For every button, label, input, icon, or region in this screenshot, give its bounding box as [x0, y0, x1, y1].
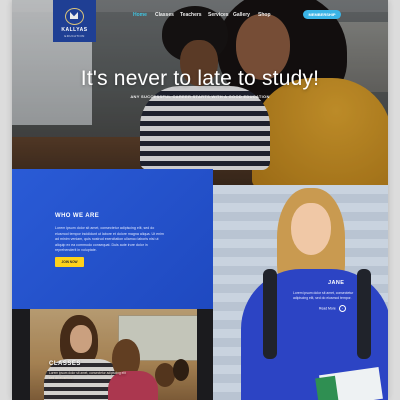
nav-item-home[interactable]: Home: [133, 12, 147, 18]
nav-item-gallery[interactable]: Gallery: [233, 12, 250, 18]
jane-name: JANE: [328, 280, 345, 286]
hero-headline: It's never to late to study!: [80, 67, 320, 90]
nav-item-services[interactable]: Services: [208, 12, 229, 18]
classes-title: CLASSES: [49, 361, 81, 367]
classes-overlay: [30, 309, 197, 400]
jane-text: Lorem ipsum dolor sit amet, consectetur …: [293, 291, 354, 301]
join-now-button[interactable]: JOIN NOW: [55, 257, 84, 267]
who-we-are-section: WHO WE ARE Lorem ipsum dolor sit amet, c…: [12, 169, 213, 327]
logo-subtitle: EDUCATION: [64, 34, 85, 38]
page: KALLYAS EDUCATION Home Classes Teachers …: [12, 0, 388, 400]
nav-item-teachers[interactable]: Teachers: [180, 12, 202, 18]
site-logo[interactable]: KALLYAS EDUCATION: [53, 0, 96, 42]
nav-item-shop[interactable]: Shop: [258, 12, 271, 18]
who-we-are-text: Lorem ipsum dolor sit amet, consectetur …: [55, 226, 164, 253]
classes-text: Lorem ipsum dolor sit amet, consectetur …: [49, 371, 126, 380]
who-we-are-title: WHO WE ARE: [55, 213, 100, 219]
hero-tagline: ANY SUCCESSFUL CAREER STARTS WITH A GOOD…: [130, 94, 270, 99]
arrow-right-icon: ›: [338, 305, 346, 312]
nav-item-classes[interactable]: Classes: [155, 12, 174, 18]
membership-button[interactable]: MEMBERSHIP: [303, 10, 341, 19]
classes-photo: [30, 309, 197, 400]
logo-name: KALLYAS: [61, 27, 88, 33]
read-more-label: Read More: [319, 306, 336, 311]
hero-section: KALLYAS EDUCATION Home Classes Teachers …: [12, 0, 388, 185]
classes-section: CLASSES Lorem ipsum dolor sit amet, cons…: [12, 309, 213, 400]
jane-read-more-link[interactable]: Read More ›: [319, 305, 355, 312]
jane-section: JANE Lorem ipsum dolor sit amet, consect…: [213, 185, 388, 400]
